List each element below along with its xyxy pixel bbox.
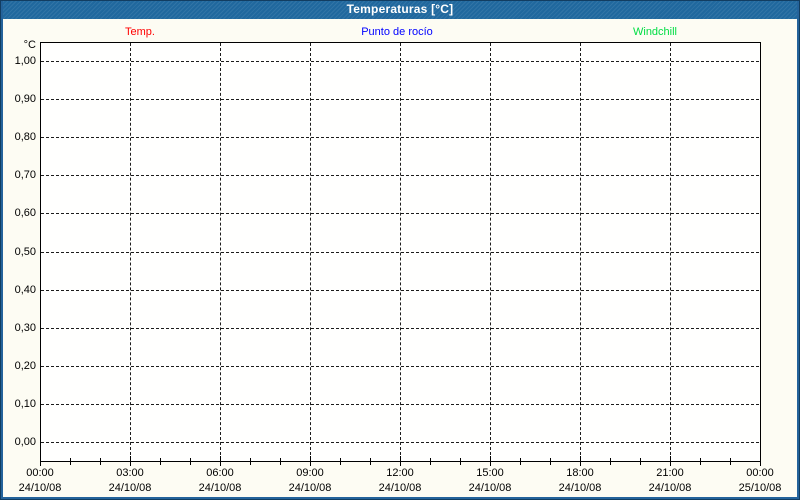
gridline-vertical: [490, 43, 491, 460]
chart-layer: °C 1,00 0,90 0,80 0,70 0,60 0,50 0,40 0,30 0,20 0,…: [0, 0, 800, 500]
legend-item-windchill: Windchill: [632, 26, 678, 38]
gridline-vertical: [130, 43, 131, 460]
y-tick-label: 0,30: [14, 322, 36, 334]
legend-item-dew-point: Punto de rocío: [361, 26, 433, 38]
x-axis-major-tick: [400, 456, 401, 466]
x-axis-minor-tick: [160, 458, 161, 465]
y-tick-label: 0,10: [14, 398, 36, 410]
y-tick-label: 1,00: [14, 55, 36, 67]
x-axis-major-tick: [490, 456, 491, 466]
x-axis-minor-tick: [280, 458, 281, 465]
x-tick-time-label: 18:00: [566, 467, 594, 479]
x-axis-major-tick: [310, 456, 311, 466]
x-tick-time-label: 03:00: [116, 467, 144, 479]
x-tick-time-label: 12:00: [386, 467, 414, 479]
x-tick-date-label: 24/10/08: [18, 482, 62, 494]
x-axis-major-tick: [130, 456, 131, 466]
y-tick-label: 0,00: [14, 436, 36, 448]
y-tick-label: 0,80: [14, 131, 36, 143]
gridline-vertical: [220, 43, 221, 460]
gridline-vertical: [670, 43, 671, 460]
x-axis-major-tick: [670, 456, 671, 466]
x-tick-date-label: 24/10/08: [468, 482, 512, 494]
x-axis-minor-tick: [460, 458, 461, 465]
x-axis-minor-tick: [700, 458, 701, 465]
x-axis-minor-tick: [340, 458, 341, 465]
x-tick-time-label: 06:00: [206, 467, 234, 479]
x-tick-time-label: 00:00: [746, 467, 774, 479]
x-axis-minor-tick: [640, 458, 641, 465]
x-tick-time-label: 00:00: [26, 467, 54, 479]
x-tick-date-label: 25/10/08: [738, 482, 782, 494]
y-tick-label: 0,70: [14, 169, 36, 181]
x-axis-minor-tick: [70, 458, 71, 465]
x-axis-minor-tick: [250, 458, 251, 465]
x-axis-minor-tick: [100, 458, 101, 465]
gridline-vertical: [580, 43, 581, 460]
y-tick-label: 0,40: [14, 284, 36, 296]
legend-item-temp: Temp.: [125, 26, 155, 38]
x-axis-minor-tick: [520, 458, 521, 465]
x-tick-date-label: 24/10/08: [378, 482, 422, 494]
x-axis-minor-tick: [430, 458, 431, 465]
x-axis-minor-tick: [610, 458, 611, 465]
chart-title-bar: Temperaturas [°C]: [0, 0, 800, 19]
x-axis-minor-tick: [730, 458, 731, 465]
gridline-vertical: [310, 43, 311, 460]
gridline-vertical: [400, 43, 401, 460]
x-tick-date-label: 24/10/08: [108, 482, 152, 494]
x-tick-date-label: 24/10/08: [648, 482, 692, 494]
y-tick-label: 0,20: [14, 360, 36, 372]
window-border-left: [0, 0, 3, 500]
x-tick-date-label: 24/10/08: [288, 482, 332, 494]
y-tick-label: 0,90: [14, 93, 36, 105]
chart-title: Temperaturas [°C]: [346, 2, 454, 16]
x-tick-time-label: 21:00: [656, 467, 684, 479]
x-axis-minor-tick: [190, 458, 191, 465]
x-tick-date-label: 24/10/08: [198, 482, 242, 494]
x-axis-minor-tick: [370, 458, 371, 465]
x-axis-minor-tick: [550, 458, 551, 465]
y-tick-label: 0,60: [14, 207, 36, 219]
x-tick-time-label: 09:00: [296, 467, 324, 479]
x-tick-time-label: 15:00: [476, 467, 504, 479]
x-axis-major-tick: [220, 456, 221, 466]
x-axis-major-tick: [40, 456, 41, 466]
x-axis-major-tick: [760, 456, 761, 466]
y-tick-label: 0,50: [14, 246, 36, 258]
x-tick-date-label: 24/10/08: [558, 482, 602, 494]
x-axis-major-tick: [580, 456, 581, 466]
